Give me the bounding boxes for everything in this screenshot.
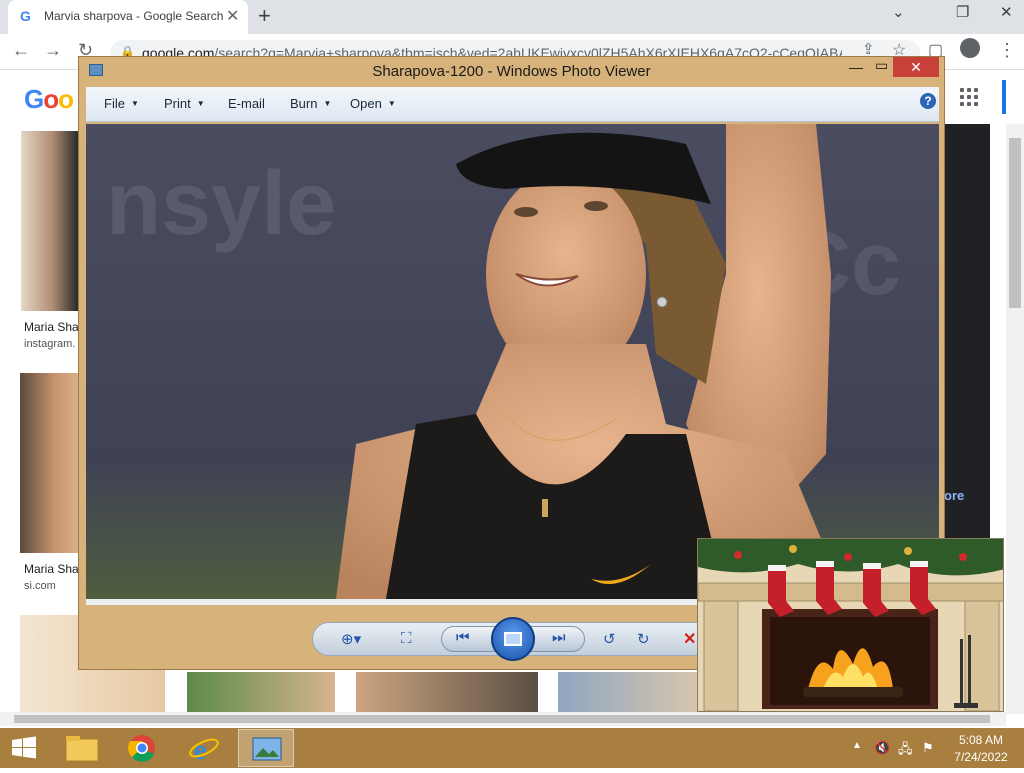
- chevron-down-icon: ▼: [387, 99, 396, 108]
- browser-menu-icon[interactable]: ⋮: [998, 40, 1016, 61]
- result-title[interactable]: Maria Sha: [24, 562, 79, 576]
- profile-avatar[interactable]: [960, 38, 980, 58]
- help-icon[interactable]: ?: [920, 93, 936, 109]
- svg-text:e: e: [194, 735, 206, 766]
- google-favicon-icon: G: [20, 8, 31, 24]
- google-logo[interactable]: Goo: [24, 84, 74, 115]
- tab-strip: G Marvia sharpova - Google Search ✕ + ⌄ …: [0, 0, 1024, 34]
- window-title: Sharapova-1200 - Windows Photo Viewer: [372, 63, 651, 80]
- sign-in-accent: [1002, 80, 1006, 114]
- chevron-down-icon: ▼: [323, 99, 332, 108]
- show-hidden-icons-icon[interactable]: ▲: [852, 740, 862, 751]
- rotate-left-icon[interactable]: ↺: [603, 630, 616, 648]
- tab-search-chevron-icon[interactable]: ⌄: [892, 3, 905, 21]
- network-icon[interactable]: 🖧: [898, 740, 913, 762]
- horizontal-scrollbar[interactable]: [0, 712, 1006, 726]
- browser-tab[interactable]: G Marvia sharpova - Google Search ✕: [8, 0, 248, 34]
- window-close-button[interactable]: ✕: [893, 57, 939, 77]
- vertical-scrollbar[interactable]: [1006, 124, 1024, 714]
- rotate-right-icon[interactable]: ↻: [637, 630, 650, 648]
- start-button[interactable]: [0, 729, 48, 767]
- clock-date[interactable]: 7/24/2022: [946, 750, 1016, 764]
- menu-print[interactable]: Print ▼: [164, 96, 205, 111]
- taskbar: e ▲ 🔇 🖧 ⚑ 5:08 AM 7/24/2022: [0, 728, 1024, 768]
- tab-close-icon[interactable]: ✕: [226, 6, 239, 26]
- result-thumbnail[interactable]: [558, 672, 698, 712]
- result-thumbnail[interactable]: [356, 672, 538, 712]
- slideshow-button[interactable]: [491, 617, 535, 661]
- clock-time[interactable]: 5:08 AM: [946, 733, 1016, 747]
- menu-file[interactable]: File ▼: [104, 96, 139, 111]
- viewer-control-bar: ⊕▾ ⛶ ⏮ ⏭ ↺ ↻ ✕: [312, 617, 732, 661]
- actual-size-icon[interactable]: ⛶: [401, 630, 412, 647]
- photo-viewer-taskbar-icon[interactable]: [238, 729, 294, 767]
- previous-icon[interactable]: ⏮: [456, 629, 470, 646]
- chevron-down-icon: ▼: [196, 99, 205, 108]
- minimize-icon[interactable]: —: [849, 59, 863, 75]
- menu-burn[interactable]: Burn ▼: [290, 96, 331, 111]
- tab-title: Marvia sharpova - Google Search: [44, 9, 224, 23]
- chrome-icon[interactable]: [114, 729, 170, 767]
- volume-muted-icon[interactable]: 🔇: [874, 740, 890, 756]
- new-tab-button[interactable]: +: [258, 3, 271, 29]
- result-source: si.com: [24, 580, 56, 592]
- next-icon[interactable]: ⏭: [552, 629, 566, 646]
- chevron-down-icon: ▼: [130, 99, 139, 108]
- photo-viewer-menubar: File ▼ Print ▼ E-mail Burn ▼ Open ▼ ?: [86, 87, 939, 122]
- back-button[interactable]: ←: [12, 40, 30, 61]
- file-explorer-icon[interactable]: [54, 729, 110, 767]
- forward-button[interactable]: →: [44, 40, 62, 61]
- google-apps-icon[interactable]: [960, 88, 978, 106]
- photo-viewer-titlebar[interactable]: Sharapova-1200 - Windows Photo Viewer — …: [79, 57, 944, 87]
- result-thumbnail[interactable]: [20, 373, 78, 553]
- menu-open[interactable]: Open ▼: [350, 96, 396, 111]
- menu-email[interactable]: E-mail: [228, 96, 265, 111]
- delete-icon[interactable]: ✕: [683, 629, 696, 649]
- more-link[interactable]: ore: [944, 488, 964, 503]
- zoom-icon[interactable]: ⊕▾: [341, 630, 361, 648]
- restore-icon[interactable]: ❐: [956, 3, 969, 21]
- action-center-icon[interactable]: ⚑: [922, 740, 934, 756]
- maximize-icon[interactable]: ▭: [875, 57, 888, 74]
- photo-image: nsyle Cc: [86, 124, 939, 599]
- result-title[interactable]: Maria Sha: [24, 320, 79, 334]
- fireplace-gadget[interactable]: [697, 538, 1004, 712]
- result-thumbnail[interactable]: [187, 672, 335, 712]
- result-thumbnail[interactable]: [21, 131, 78, 311]
- internet-explorer-icon[interactable]: e: [176, 729, 232, 767]
- close-icon[interactable]: ✕: [1000, 3, 1013, 21]
- result-source: instagram.: [24, 338, 76, 350]
- slideshow-icon: [504, 632, 522, 646]
- svg-text:nsyle: nsyle: [106, 154, 336, 254]
